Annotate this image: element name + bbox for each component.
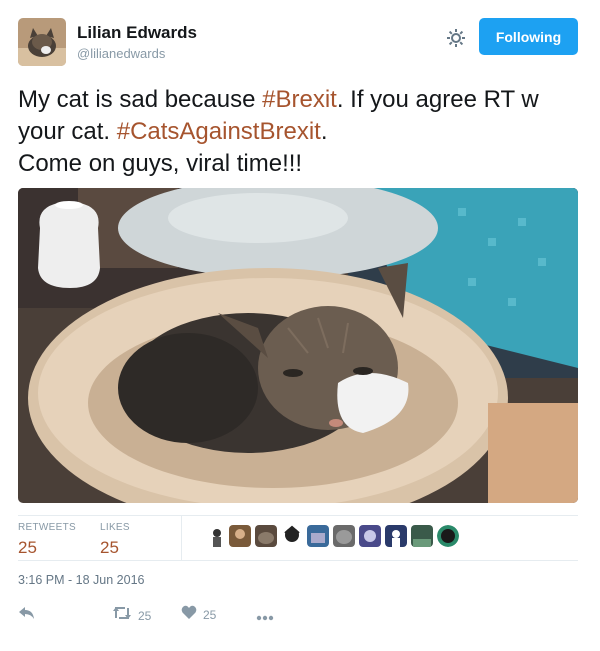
liker-avatar[interactable] [385, 525, 407, 547]
tweet-header: Lilian Edwards @lilianedwards Following [18, 16, 582, 68]
hashtag-brexit[interactable]: #Brexit [262, 86, 337, 113]
more-icon [256, 608, 274, 626]
reply-button[interactable] [18, 605, 36, 626]
liker-avatar[interactable] [229, 525, 251, 547]
retweets-stat[interactable]: RETWEETS 25 [18, 522, 76, 558]
liker-avatar[interactable] [307, 525, 329, 547]
more-button[interactable] [256, 608, 274, 626]
hashtag-catsagainstbrexit[interactable]: #CatsAgainstBrexit [117, 118, 321, 145]
retweet-icon [112, 605, 132, 626]
like-button[interactable]: 25 [181, 605, 216, 625]
like-count: 25 [203, 608, 217, 622]
stats-divider [181, 516, 182, 560]
retweets-label: RETWEETS [18, 522, 76, 533]
liker-avatar[interactable] [359, 525, 381, 547]
likes-label: LIKES [100, 522, 130, 533]
author-avatar[interactable] [18, 18, 66, 66]
tweet-photo[interactable] [18, 188, 578, 503]
tweet-text-segment: My cat is sad because [18, 86, 263, 113]
liker-avatar[interactable] [437, 525, 459, 547]
reply-icon [18, 605, 36, 626]
liker-avatar[interactable] [333, 525, 355, 547]
liker-avatar[interactable] [255, 525, 277, 547]
tweet-timestamp[interactable]: 3:16 PM - 18 Jun 2016 [18, 573, 144, 587]
liker-avatar[interactable] [281, 525, 303, 547]
tweet-stats: RETWEETS 25 LIKES 25 [18, 515, 578, 561]
likes-count: 25 [100, 538, 119, 557]
tweet-text: My cat is sad because #Brexit. If you ag… [18, 84, 582, 180]
author-handle[interactable]: @lilianedwards [77, 46, 165, 61]
retweet-count: 25 [138, 608, 152, 623]
tweet-text-segment: . [320, 118, 328, 145]
likes-stat[interactable]: LIKES 25 [100, 522, 130, 558]
tweet-actions: 25 25 [18, 605, 318, 629]
author-name[interactable]: Lilian Edwards [77, 23, 197, 43]
following-button[interactable]: Following [479, 18, 578, 55]
liker-avatar[interactable] [411, 525, 433, 547]
liker-avatar[interactable] [203, 525, 225, 547]
heart-icon [181, 605, 197, 625]
liker-avatars [203, 525, 463, 551]
retweet-button[interactable]: 25 [112, 605, 151, 626]
gear-icon[interactable] [446, 28, 466, 48]
retweets-count: 25 [18, 538, 37, 557]
tweet-text-segment: Come on guys, viral time!!! [18, 150, 303, 177]
